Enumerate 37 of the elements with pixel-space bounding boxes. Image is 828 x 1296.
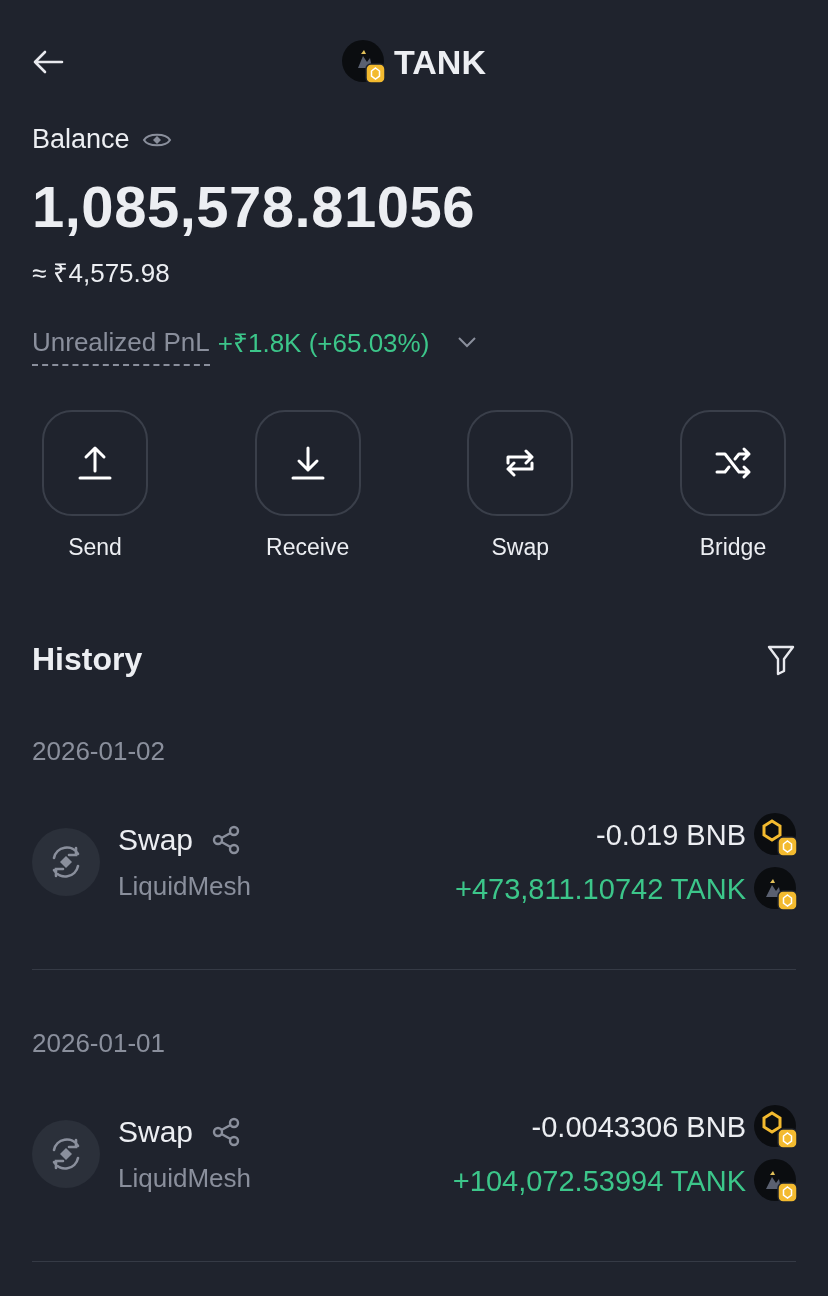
- back-arrow-icon[interactable]: [32, 50, 64, 74]
- transaction-amount: -0.019 BNB: [596, 818, 746, 852]
- transaction-type: Swap: [118, 1114, 194, 1149]
- swap-cycle-icon: [32, 828, 100, 896]
- fiat-value: ≈ ₹4,575.98: [32, 257, 171, 290]
- transaction-source: LiquidMesh: [118, 1162, 251, 1194]
- transaction-amount: -0.0043306 BNB: [531, 1110, 746, 1144]
- date-label: 2026-01-02: [32, 736, 166, 767]
- balance-label: Balance: [32, 124, 130, 155]
- coin-logo-icon: [754, 1105, 798, 1149]
- token-logo-icon: [342, 40, 387, 84]
- pnl-label[interactable]: Unrealized PnL: [32, 326, 210, 366]
- bridge-button[interactable]: [679, 410, 786, 516]
- balance-amount: 1,085,578.81056: [32, 173, 476, 240]
- share-icon[interactable]: [211, 1116, 242, 1147]
- date-label: 2026-01-01: [32, 1028, 166, 1059]
- transaction-source: LiquidMesh: [118, 870, 251, 902]
- swap-cycle-icon: [32, 1120, 100, 1188]
- token-logo-icon: [754, 867, 798, 911]
- pnl-value: +₹1.8K (+65.03%): [217, 327, 430, 360]
- bridge-label: Bridge: [699, 534, 767, 561]
- send-label: Send: [68, 534, 122, 561]
- transaction-amount: +104,072.53994 TANK: [452, 1164, 746, 1198]
- history-title: History: [32, 641, 143, 678]
- swap-label: Swap: [491, 534, 550, 561]
- transaction-amount: +473,811.10742 TANK: [454, 872, 746, 906]
- share-icon[interactable]: [211, 824, 242, 855]
- filter-icon[interactable]: [766, 643, 796, 676]
- token-title: TANK: [394, 42, 486, 82]
- coin-logo-icon: [754, 813, 798, 857]
- swap-button[interactable]: [467, 410, 574, 516]
- receive-button[interactable]: [254, 410, 361, 516]
- chevron-down-icon[interactable]: [457, 336, 478, 348]
- transaction-type: Swap: [118, 822, 194, 857]
- token-logo-icon: [754, 1159, 798, 1203]
- send-button[interactable]: [42, 410, 148, 516]
- receive-label: Receive: [266, 534, 350, 561]
